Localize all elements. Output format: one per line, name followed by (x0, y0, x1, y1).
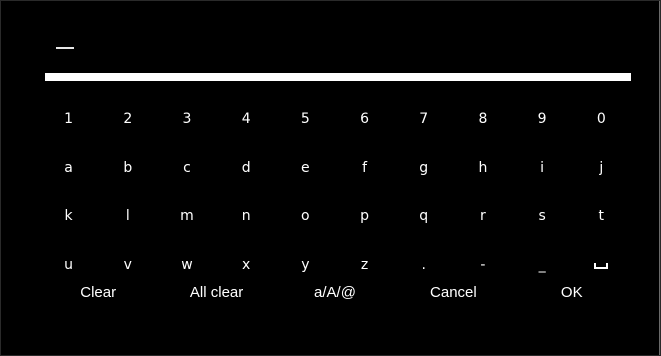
key-i[interactable]: i (513, 158, 572, 178)
key-r[interactable]: r (453, 206, 512, 226)
key-e[interactable]: e (276, 158, 335, 178)
key-w[interactable]: w (157, 255, 216, 275)
key-row-u-symbols: u v w x y z . - _ (39, 241, 631, 290)
key-q[interactable]: q (394, 206, 453, 226)
key-d[interactable]: d (217, 158, 276, 178)
key-period[interactable]: . (394, 255, 453, 275)
key-grid: 1 2 3 4 5 6 7 8 9 0 a b c d e f g h i j … (39, 95, 631, 289)
key-9[interactable]: 9 (513, 109, 572, 129)
key-b[interactable]: b (98, 158, 157, 178)
key-j[interactable]: j (572, 158, 631, 178)
key-k[interactable]: k (39, 206, 98, 226)
key-8[interactable]: 8 (453, 109, 512, 129)
key-v[interactable]: v (98, 255, 157, 275)
key-0[interactable]: 0 (572, 109, 631, 129)
key-g[interactable]: g (394, 158, 453, 178)
action-bar: Clear All clear a/A/@ Cancel OK (39, 284, 631, 301)
key-n[interactable]: n (217, 206, 276, 226)
key-row-a-j: a b c d e f g h i j (39, 144, 631, 193)
key-p[interactable]: p (335, 206, 394, 226)
key-o[interactable]: o (276, 206, 335, 226)
key-5[interactable]: 5 (276, 109, 335, 129)
key-s[interactable]: s (513, 206, 572, 226)
key-2[interactable]: 2 (98, 109, 157, 129)
key-4[interactable]: 4 (217, 109, 276, 129)
key-a[interactable]: a (39, 158, 98, 178)
input-underline-bar (45, 73, 631, 81)
key-z[interactable]: z (335, 255, 394, 275)
key-6[interactable]: 6 (335, 109, 394, 129)
key-t[interactable]: t (572, 206, 631, 226)
key-h[interactable]: h (453, 158, 512, 178)
clear-button[interactable]: Clear (39, 284, 157, 301)
mode-toggle-button[interactable]: a/A/@ (276, 284, 394, 301)
text-input-field[interactable] (45, 31, 631, 83)
key-u[interactable]: u (39, 255, 98, 275)
ok-button[interactable]: OK (513, 284, 631, 301)
key-f[interactable]: f (335, 158, 394, 178)
key-space[interactable] (572, 255, 631, 275)
text-cursor (56, 47, 74, 49)
key-3[interactable]: 3 (157, 109, 216, 129)
key-underscore[interactable]: _ (513, 255, 572, 275)
key-c[interactable]: c (157, 158, 216, 178)
all-clear-button[interactable]: All clear (157, 284, 275, 301)
space-bar-icon (594, 262, 609, 269)
key-7[interactable]: 7 (394, 109, 453, 129)
key-x[interactable]: x (217, 255, 276, 275)
key-y[interactable]: y (276, 255, 335, 275)
cancel-button[interactable]: Cancel (394, 284, 512, 301)
key-hyphen[interactable]: - (453, 255, 512, 275)
key-m[interactable]: m (157, 206, 216, 226)
key-row-digits: 1 2 3 4 5 6 7 8 9 0 (39, 95, 631, 144)
key-row-k-t: k l m n o p q r s t (39, 192, 631, 241)
key-1[interactable]: 1 (39, 109, 98, 129)
keyboard-dialog: 1 2 3 4 5 6 7 8 9 0 a b c d e f g h i j … (1, 1, 660, 355)
key-l[interactable]: l (98, 206, 157, 226)
